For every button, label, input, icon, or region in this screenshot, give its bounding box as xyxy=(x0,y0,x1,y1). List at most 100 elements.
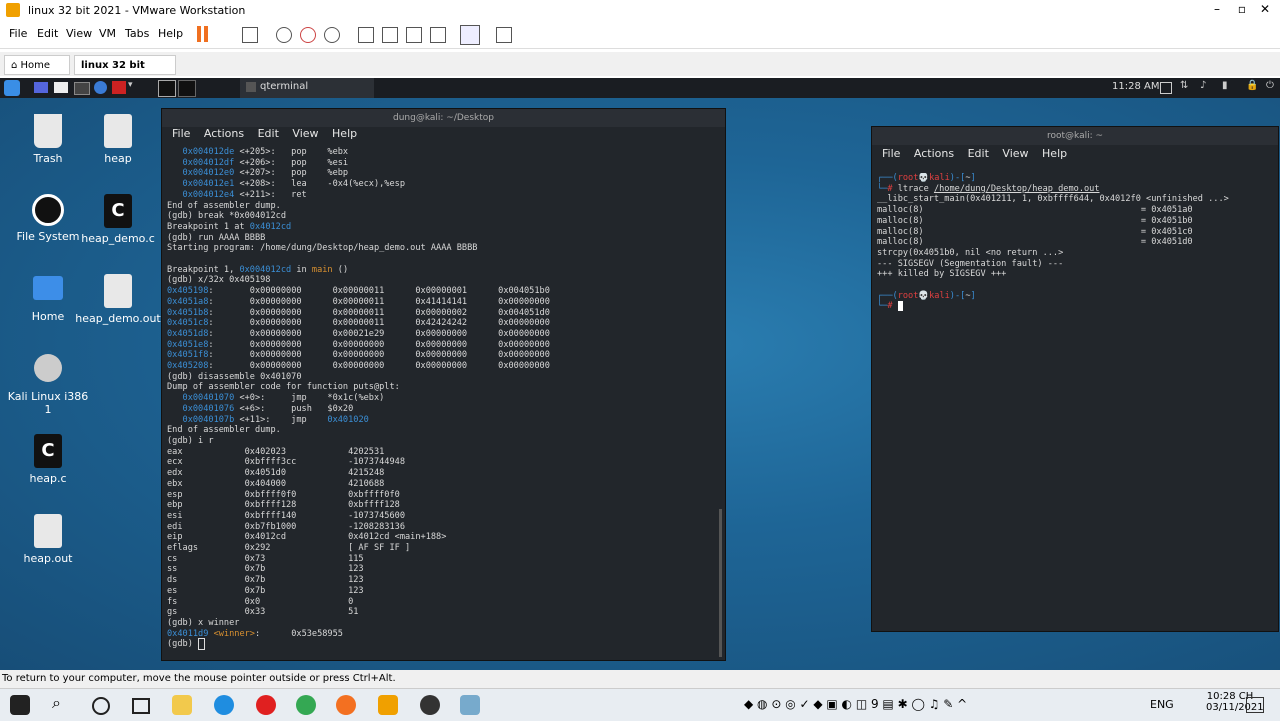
action-center-icon[interactable] xyxy=(1246,697,1264,713)
desktop-icon-heap[interactable]: heap xyxy=(73,114,163,165)
vmware-tab-strip: ⌂ Home linux 32 bit 2021 ✕ xyxy=(0,52,1280,91)
desktop-icon-heap-out[interactable]: heap.out xyxy=(3,514,93,565)
task-view-icon[interactable] xyxy=(132,698,150,714)
app-icon[interactable] xyxy=(112,81,126,94)
trash-icon xyxy=(34,114,62,148)
chrome-icon[interactable] xyxy=(296,695,316,715)
task-qterminal[interactable]: qterminal xyxy=(240,78,374,98)
menu-view[interactable]: View xyxy=(1002,147,1028,160)
menu-actions[interactable]: Actions xyxy=(914,147,954,160)
minimize-icon[interactable]: – xyxy=(1214,2,1220,16)
send-ctrl-alt-del-icon[interactable] xyxy=(242,27,258,43)
snapshot-icon[interactable] xyxy=(276,27,292,43)
terminal-title-bar: root@kali: ~ xyxy=(872,127,1278,145)
menu-vm[interactable]: VM xyxy=(99,27,116,40)
terminal-scrollbar[interactable] xyxy=(719,509,722,657)
kali-top-panel: ▾ qterminal 11:28 AM ⇅ ♪ ▮ 🔒 ⏻ xyxy=(0,78,1280,98)
file-explorer-icon[interactable] xyxy=(172,695,192,715)
app-icon[interactable] xyxy=(420,695,440,715)
notification-bell-icon[interactable]: ♪ xyxy=(1200,80,1206,91)
snapshot-manager-icon[interactable] xyxy=(324,27,340,43)
c-source-icon: C xyxy=(104,194,132,228)
display-icon[interactable] xyxy=(1160,82,1172,94)
chevron-down-icon[interactable]: ▾ xyxy=(128,80,133,90)
power-icon[interactable]: ⏻ xyxy=(1266,80,1274,91)
vmware-menubar: File Edit View VM Tabs Help xyxy=(0,22,1280,49)
menu-edit[interactable]: Edit xyxy=(968,147,989,160)
console-view-icon[interactable] xyxy=(460,25,480,45)
network-icon[interactable]: ⇅ xyxy=(1180,80,1188,91)
tab-home[interactable]: ⌂ Home xyxy=(4,55,70,75)
menu-file[interactable]: File xyxy=(882,147,900,160)
desktop-icon-heap-demo-c[interactable]: C heap_demo.c xyxy=(73,194,163,245)
menu-view[interactable]: View xyxy=(66,27,92,40)
maximize-icon[interactable]: ▫ xyxy=(1238,2,1246,16)
menu-tabs[interactable]: Tabs xyxy=(125,27,149,40)
terminal-output[interactable]: ┌──(root💀kali)-[~] └─# ltrace /home/dung… xyxy=(877,173,1275,629)
disc-icon xyxy=(34,354,62,382)
window-title: linux 32 bit 2021 - VMware Workstation xyxy=(28,4,246,17)
edge-icon[interactable] xyxy=(214,695,234,715)
menu-file[interactable]: File xyxy=(9,27,27,40)
desktop-icon-label: heap_demo.out xyxy=(75,312,161,325)
menu-file[interactable]: File xyxy=(172,127,190,140)
file-icon xyxy=(104,114,132,148)
windows-taskbar: ⌕ ◆ ◍ ⊙ ◎ ✓ ◆ ▣ ◐ ◫ 9 ▤ ✱ ◯ ♫ ✎ ^ ENG 10… xyxy=(0,688,1280,721)
terminal-output[interactable]: 0x004012de <+205>: pop %ebx 0x004012df <… xyxy=(162,147,723,659)
status-text: To return to your computer, move the mou… xyxy=(2,673,396,684)
vmware-taskbar-icon[interactable] xyxy=(378,695,398,715)
c-source-icon: C xyxy=(34,434,62,468)
revert-snapshot-icon[interactable] xyxy=(300,27,316,43)
stretch-icon[interactable] xyxy=(496,27,512,43)
start-icon[interactable] xyxy=(10,695,30,715)
pause-icon[interactable] xyxy=(197,26,201,42)
unity-icon[interactable] xyxy=(430,27,446,43)
menu-view[interactable]: View xyxy=(292,127,318,140)
tab-vm[interactable]: linux 32 bit 2021 ✕ xyxy=(74,55,176,91)
menu-help[interactable]: Help xyxy=(158,27,183,40)
opera-icon[interactable] xyxy=(256,695,276,715)
menu-edit[interactable]: Edit xyxy=(258,127,279,140)
tab-home-label: Home xyxy=(20,60,51,71)
workspace-icon[interactable] xyxy=(34,82,48,93)
files-icon[interactable] xyxy=(54,82,68,93)
firefox-icon[interactable] xyxy=(336,695,356,715)
gear-file-icon xyxy=(34,514,62,548)
terminal-menubar: File Actions Edit View Help xyxy=(162,127,725,145)
menu-help[interactable]: Help xyxy=(1042,147,1067,160)
menu-help[interactable]: Help xyxy=(332,127,357,140)
menu-edit[interactable]: Edit xyxy=(37,27,58,40)
search-icon[interactable]: ⌕ xyxy=(52,693,61,713)
terminal-launcher-icon[interactable] xyxy=(74,82,90,95)
library-icon[interactable] xyxy=(358,27,374,43)
desktop-icon-label: heap.c xyxy=(29,472,67,485)
home-icon: ⌂ xyxy=(11,60,21,71)
full-screen-icon[interactable] xyxy=(406,27,422,43)
thumbnail-icon[interactable] xyxy=(382,27,398,43)
desktop-icon-heap-c[interactable]: C heap.c xyxy=(3,434,93,485)
terminal-window-root[interactable]: root@kali: ~ File Actions Edit View Help… xyxy=(871,126,1279,632)
browser-icon[interactable] xyxy=(94,81,107,94)
workspace-1-icon[interactable] xyxy=(158,80,176,97)
terminal-title: root@kali: ~ xyxy=(1046,131,1104,141)
desktop-icon-kali-linux[interactable]: Kali Linux i386 1 xyxy=(3,354,93,416)
terminal-menubar: File Actions Edit View Help xyxy=(872,147,1278,165)
lock-icon[interactable]: 🔒 xyxy=(1246,80,1258,91)
task-label: qterminal xyxy=(260,81,309,92)
desktop-icon-label: heap_demo.c xyxy=(81,232,155,245)
workspace-2-icon[interactable] xyxy=(178,80,196,97)
kali-clock: 11:28 AM xyxy=(1112,81,1160,92)
desktop-icon-heap-demo-out[interactable]: heap_demo.out xyxy=(73,274,163,325)
terminal-window-gdb[interactable]: dung@kali: ~/Desktop File Actions Edit V… xyxy=(161,108,726,661)
vmware-status-bar: To return to your computer, move the mou… xyxy=(0,670,1280,688)
vmware-logo-icon xyxy=(6,3,20,17)
kali-menu-icon[interactable] xyxy=(4,80,20,96)
battery-icon[interactable]: ▮ xyxy=(1222,80,1228,91)
cortana-icon[interactable] xyxy=(92,697,110,715)
language-indicator[interactable]: ENG xyxy=(1150,698,1174,711)
tray-icons[interactable]: ◆ ◍ ⊙ ◎ ✓ ◆ ▣ ◐ ◫ 9 ▤ ✱ ◯ ♫ ✎ ^ xyxy=(744,697,967,711)
menu-actions[interactable]: Actions xyxy=(204,127,244,140)
guest-display[interactable]: ▾ qterminal 11:28 AM ⇅ ♪ ▮ 🔒 ⏻ Trash hea… xyxy=(0,78,1280,670)
close-icon[interactable]: ✕ xyxy=(1260,2,1270,16)
notepad-icon[interactable] xyxy=(460,695,480,715)
